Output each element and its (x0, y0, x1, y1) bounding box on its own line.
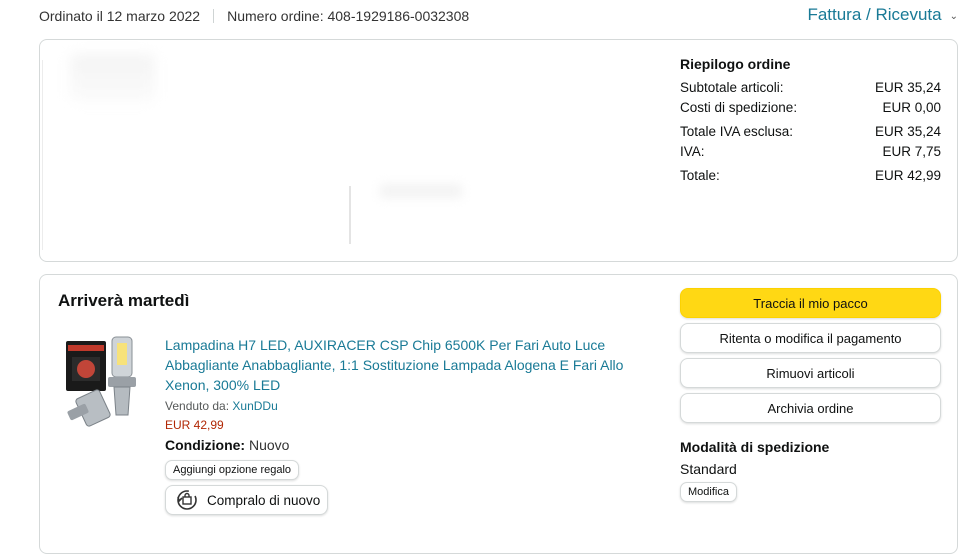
summary-label: Costi di spedizione: (680, 100, 798, 115)
condition-label: Condizione: (165, 437, 246, 453)
summary-value: EUR 42,99 (874, 168, 941, 183)
buy-again-label[interactable]: Compralo di nuovo (207, 493, 320, 508)
summary-row-subtotal: Subtotale articoli: EUR 35,24 (680, 78, 941, 98)
order-date: Ordinato il 12 marzo 2022 (39, 8, 201, 24)
divider (213, 9, 215, 23)
summary-label: Subtotale articoli: (680, 80, 784, 95)
seller-info: Venduto da: XunDDu (165, 399, 278, 413)
condition-value: Nuovo (249, 437, 290, 453)
shipping-method-title: Modalità di spedizione (680, 439, 830, 455)
shipping-method-value: Standard (680, 461, 737, 477)
product-title-link[interactable]: Lampadina H7 LED, AUXIRACER CSP Chip 650… (165, 335, 645, 395)
summary-value: EUR 35,24 (874, 124, 941, 139)
divider (349, 186, 351, 244)
product-image[interactable] (62, 333, 156, 429)
summary-label: IVA: (680, 144, 705, 159)
order-number: Numero ordine: 408-1929186-0032308 (227, 8, 470, 24)
summary-title: Riepilogo ordine (680, 56, 791, 72)
archive-order-button[interactable]: Archivia ordine (680, 393, 941, 423)
summary-label: Totale: (680, 168, 720, 183)
summary-value: EUR 0,00 (882, 100, 941, 115)
seller-label: Venduto da: (165, 399, 230, 413)
seller-link[interactable]: XunDDu (232, 399, 277, 413)
remove-items-button[interactable]: Rimuovi articoli (680, 358, 941, 388)
chevron-down-icon[interactable]: ⌄ (950, 11, 958, 22)
blurred-payment (380, 184, 462, 198)
summary-label: Totale IVA esclusa: (680, 124, 794, 139)
summary-row-shipping: Costi di spedizione: EUR 0,00 (680, 98, 941, 118)
product-price: EUR 42,99 (165, 418, 224, 432)
summary-row-vat: IVA: EUR 7,75 (680, 142, 941, 162)
invoice-link[interactable]: Fattura / Ricevuta ⌄ (807, 5, 958, 25)
summary-row-total: Totale: EUR 42,99 (680, 166, 941, 186)
invoice-link-label[interactable]: Fattura / Ricevuta (807, 5, 941, 25)
summary-value: EUR 7,75 (882, 144, 941, 159)
product-condition: Condizione: Nuovo (165, 437, 289, 453)
track-package-button[interactable]: Traccia il mio pacco (680, 288, 941, 318)
order-meta: Ordinato il 12 marzo 2022 Numero ordine:… (39, 8, 469, 24)
buy-again-button[interactable]: Compralo di nuovo (165, 485, 328, 515)
modify-shipping-button[interactable]: Modifica (680, 482, 737, 502)
summary-row-net-total: Totale IVA esclusa: EUR 35,24 (680, 122, 941, 142)
summary-value: EUR 35,24 (874, 80, 941, 95)
blurred-address (70, 54, 155, 102)
order-summary: Riepilogo ordine Subtotale articoli: EUR… (680, 56, 941, 186)
buy-again-icon[interactable] (175, 488, 199, 512)
divider (42, 60, 43, 250)
order-summary-card: Riepilogo ordine Subtotale articoli: EUR… (39, 39, 958, 262)
add-gift-option-button[interactable]: Aggiungi opzione regalo (165, 460, 300, 480)
order-actions: Traccia il mio pacco Ritenta o modifica … (680, 288, 941, 502)
retry-payment-button[interactable]: Ritenta o modifica il pagamento (680, 323, 941, 353)
arrival-heading: Arriverà martedì (58, 291, 190, 310)
shipment-card: Arriverà martedì Lampadina H7 LED, AUXIR… (39, 274, 958, 554)
